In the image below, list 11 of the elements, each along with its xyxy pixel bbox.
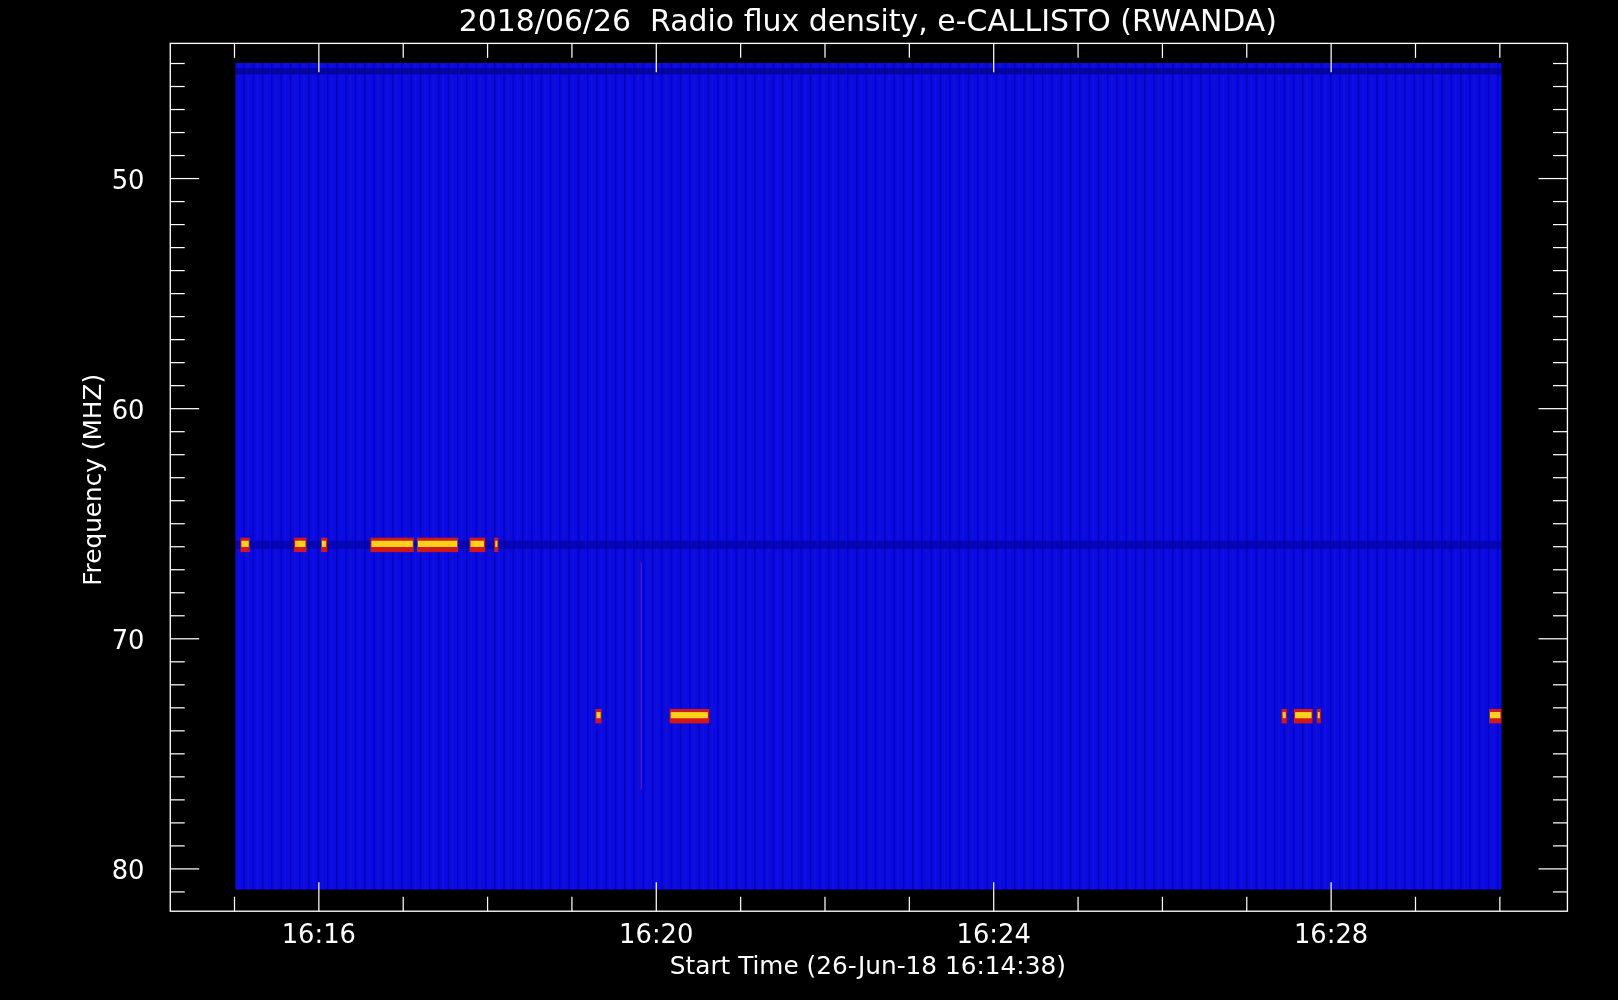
x-tick-label: 16:24 <box>956 919 1031 950</box>
y-tick-label: 80 <box>111 855 145 886</box>
y-tick-label: 70 <box>111 625 145 656</box>
x-tick-label: 16:28 <box>1294 919 1369 950</box>
x-tick-label: 16:16 <box>281 919 356 950</box>
y-axis-label: Frequency (MHZ) <box>78 373 108 586</box>
y-tick-label: 60 <box>111 395 145 425</box>
y-tick-label: 50 <box>111 164 145 195</box>
x-tick-label: 16:20 <box>619 919 694 950</box>
chart-title: 2018/06/26 Radio flux density, e-CALLISTO (RWANDA) <box>458 3 1277 38</box>
x-axis-label: Start Time (26-Jun-18 16:14:38) <box>669 951 1066 981</box>
